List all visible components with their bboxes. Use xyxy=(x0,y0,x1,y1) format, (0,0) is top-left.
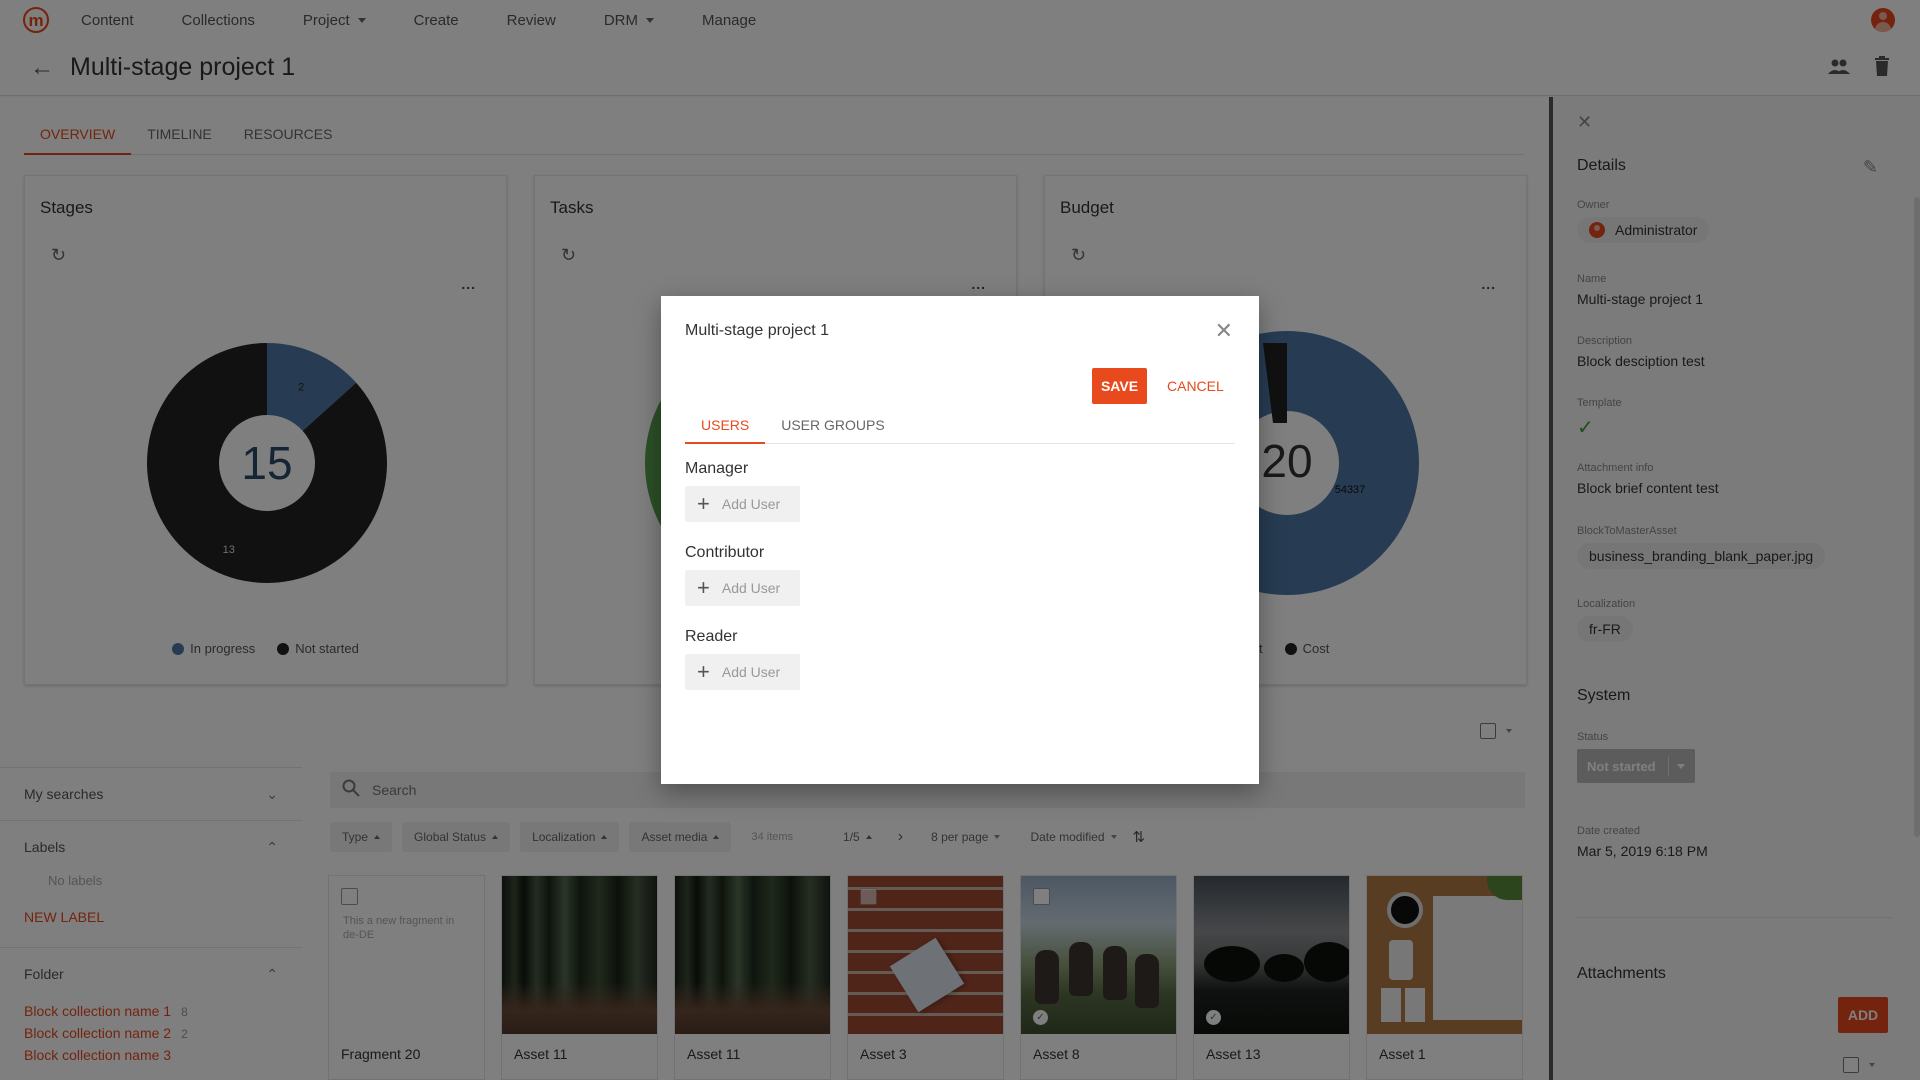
reader-label: Reader xyxy=(685,628,738,645)
tab-users[interactable]: USERS xyxy=(685,410,766,444)
tab-user-groups[interactable]: USER GROUPS xyxy=(765,410,900,444)
save-button[interactable]: SAVE xyxy=(1092,368,1147,404)
dialog-tab-bar: USERS USER GROUPS xyxy=(685,410,1235,444)
dialog-title: Multi-stage project 1 xyxy=(685,322,830,339)
plus-icon: + xyxy=(697,659,710,684)
add-reader-button[interactable]: + Add User xyxy=(685,654,800,690)
plus-icon: + xyxy=(697,491,710,516)
plus-icon: + xyxy=(697,575,710,600)
add-manager-button[interactable]: + Add User xyxy=(685,486,800,522)
members-dialog: Multi-stage project 1 ✕ SAVE CANCEL USER… xyxy=(661,296,1259,784)
cancel-button[interactable]: CANCEL xyxy=(1167,368,1224,404)
manager-label: Manager xyxy=(685,460,749,477)
add-contributor-button[interactable]: + Add User xyxy=(685,570,800,606)
close-icon[interactable]: ✕ xyxy=(1215,320,1233,342)
contributor-label: Contributor xyxy=(685,544,765,561)
